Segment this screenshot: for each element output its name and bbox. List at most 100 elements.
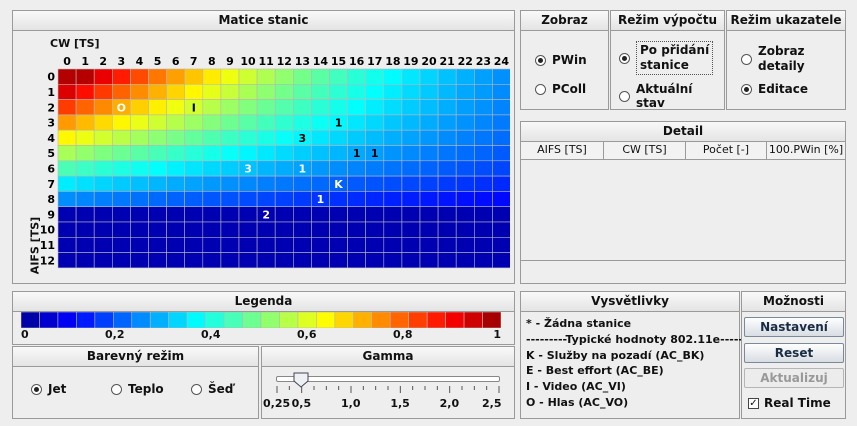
matrix-cell[interactable] [455,252,475,269]
matrix-cell[interactable] [57,114,77,131]
matrix-cell[interactable] [455,83,475,100]
matrix-cell[interactable] [492,221,510,238]
matrix-cell[interactable] [492,237,510,253]
matrix-cell[interactable] [130,129,149,146]
matrix-cell[interactable] [184,175,204,192]
detail-col-pwin[interactable]: 100.PWin [%] [767,142,845,159]
matrix-cell[interactable] [93,145,113,162]
matrix-cell[interactable] [238,68,258,85]
matrix-cell[interactable] [238,83,258,100]
matrix-cell[interactable] [166,175,185,192]
matrix-cell[interactable] [492,83,510,100]
matrix-cell[interactable] [148,83,167,100]
matrix-cell[interactable] [401,221,421,238]
matrix-cell[interactable] [112,206,131,223]
matrix-cell[interactable] [383,129,403,146]
matrix-cell[interactable] [220,206,240,223]
matrix-cell[interactable] [148,206,167,223]
matrix-cell[interactable] [329,68,348,85]
matrix-cell[interactable] [57,191,77,207]
matrix-cell[interactable] [473,175,493,192]
matrix-cell[interactable] [220,237,240,253]
matrix-cell[interactable] [238,129,258,146]
matrix-cell[interactable] [57,145,77,162]
matrix-cell[interactable] [57,83,77,100]
matrix-cell[interactable] [220,160,240,177]
matrix-cell[interactable] [401,252,421,269]
matrix-cell[interactable] [401,83,421,100]
radio-pcoll[interactable]: PColl [535,82,586,96]
matrix-cell[interactable] [383,191,403,207]
matrix-cell[interactable] [112,252,131,269]
matrix-cell[interactable] [184,191,204,207]
radio-jet[interactable]: Jet [31,382,66,396]
matrix-cell[interactable] [437,160,457,177]
matrix-cell[interactable] [220,252,240,269]
matrix-cell[interactable] [383,99,403,116]
matrix-cell[interactable] [75,114,95,131]
matrix-cell[interactable] [238,237,258,253]
matrix-cell[interactable] [220,129,240,146]
matrix-cell[interactable] [419,221,439,238]
matrix-cell[interactable] [256,221,276,238]
matrix-cell[interactable] [383,83,403,100]
matrix-cell[interactable] [220,114,240,131]
matrix-cell[interactable] [75,206,95,223]
matrix-cell[interactable] [202,206,222,223]
matrix-cell[interactable] [57,252,77,269]
matrix-cell[interactable] [311,99,330,116]
reset-button[interactable]: Reset [744,343,844,363]
matrix-cell[interactable] [256,114,276,131]
matrix-cell[interactable] [57,237,77,253]
matrix-cell[interactable] [93,160,113,177]
matrix-cell[interactable] [437,68,457,85]
matrix-cell[interactable] [238,175,258,192]
matrix-cell[interactable] [329,129,348,146]
matrix-cell[interactable] [274,145,294,162]
matrix-cell[interactable] [184,237,204,253]
matrix-cell[interactable] [202,129,222,146]
matrix-cell[interactable] [401,160,421,177]
matrix-cell[interactable] [75,99,95,116]
matrix-cell[interactable] [238,206,258,223]
matrix-cell[interactable] [492,160,510,177]
station-matrix[interactable]: 0 1 2 3 4 5 6 7 8 9 10 11 12 13 14 15 16 17 18 19 20 21 22 23 24… [40,53,510,279]
matrix-cell[interactable] [148,237,167,253]
matrix-cell[interactable] [220,68,240,85]
matrix-cell[interactable] [473,160,493,177]
matrix-cell[interactable] [112,221,131,238]
matrix-cell[interactable] [57,99,77,116]
matrix-cell[interactable] [383,237,403,253]
matrix-cell[interactable] [347,129,367,146]
matrix-cell[interactable] [57,221,77,238]
matrix-cell[interactable] [112,83,131,100]
matrix-cell[interactable] [437,237,457,253]
matrix-cell[interactable] [329,160,348,177]
matrix-cell[interactable] [293,206,312,223]
matrix-cell[interactable] [365,221,385,238]
matrix-cell[interactable] [57,175,77,192]
matrix-cell[interactable] [220,145,240,162]
matrix-cell[interactable] [473,114,493,131]
matrix-cell[interactable] [220,99,240,116]
matrix-cell[interactable] [329,237,348,253]
matrix-cell[interactable] [347,160,367,177]
matrix-cell[interactable] [256,191,276,207]
matrix-cell[interactable] [419,252,439,269]
matrix-cell[interactable] [166,68,185,85]
matrix-cell[interactable] [256,68,276,85]
matrix-cell[interactable] [166,237,185,253]
matrix-cell[interactable] [184,206,204,223]
matrix-cell[interactable] [329,99,348,116]
matrix-cell[interactable] [112,145,131,162]
matrix-cell[interactable] [365,99,385,116]
matrix-cell[interactable] [75,221,95,238]
matrix-cell[interactable] [419,160,439,177]
matrix-cell[interactable] [274,175,294,192]
realtime-checkbox[interactable]: ✓ Real Time [748,396,831,410]
matrix-cell[interactable] [419,145,439,162]
matrix-cell[interactable] [184,68,204,85]
matrix-cell[interactable] [311,68,330,85]
matrix-cell[interactable] [220,83,240,100]
matrix-cell[interactable] [274,191,294,207]
